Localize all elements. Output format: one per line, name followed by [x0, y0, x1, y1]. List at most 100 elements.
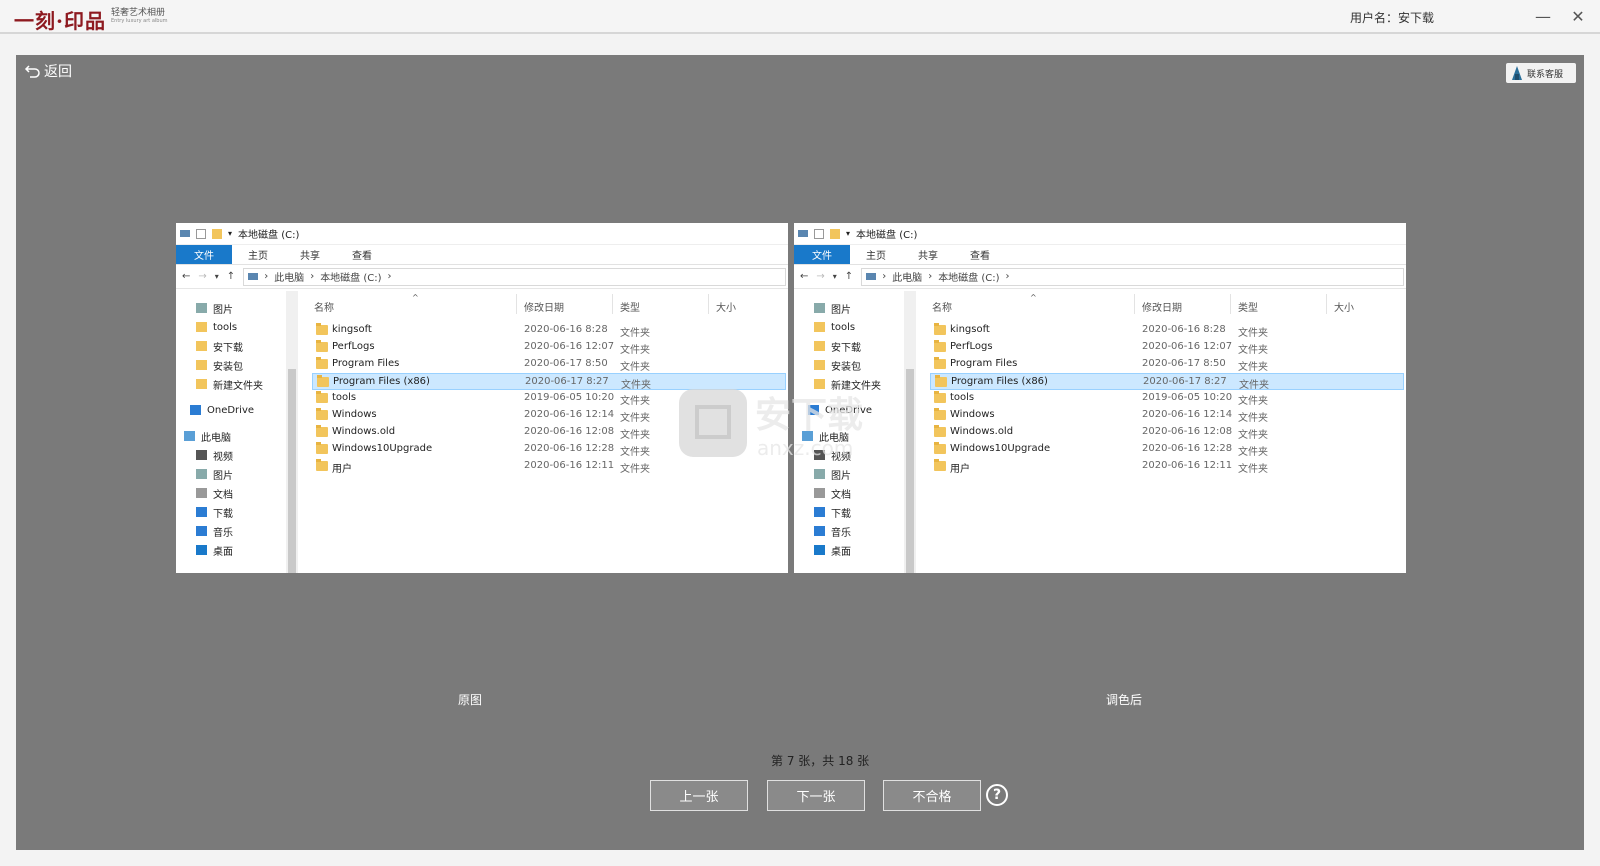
column-divider[interactable] [708, 294, 709, 314]
nav-scrollbar-thumb[interactable] [288, 369, 296, 573]
nav-item[interactable]: 安下载 [814, 337, 861, 355]
file-row[interactable]: Windows.old 2020-06-16 12:08 文件夹 [312, 424, 786, 441]
nav-item[interactable]: 下载 [814, 503, 851, 521]
file-row[interactable]: tools 2019-06-05 10:20 文件夹 [930, 390, 1404, 407]
column-header[interactable]: 修改日期 [524, 299, 564, 314]
contact-service-button[interactable]: 联系客服 [1506, 63, 1576, 83]
nav-item[interactable]: 安下载 [196, 337, 243, 355]
nav-item[interactable]: 图片 [814, 299, 851, 317]
column-header[interactable]: 修改日期 [1142, 299, 1182, 314]
up-arrow-icon[interactable]: ↑ [845, 271, 853, 282]
file-row[interactable]: Windows 2020-06-16 12:14 文件夹 [312, 407, 786, 424]
ribbon-tab[interactable]: 共享 [284, 245, 336, 264]
file-row[interactable]: PerfLogs 2020-06-16 12:07 文件夹 [312, 339, 786, 356]
file-name: kingsoft [332, 324, 372, 335]
file-row[interactable]: Program Files (x86) 2020-06-17 8:27 文件夹 [930, 373, 1404, 391]
breadcrumb-item[interactable]: 此电脑 [274, 269, 304, 284]
nav-item[interactable]: 文档 [814, 484, 851, 502]
column-divider[interactable] [1230, 294, 1231, 314]
up-arrow-icon[interactable]: ↑ [227, 271, 235, 282]
address-box[interactable]: › 此电脑 › 本地磁盘 (C:) › [861, 267, 1404, 286]
nav-item[interactable]: 新建文件夹 [814, 375, 881, 393]
column-header[interactable]: 类型 [620, 299, 640, 314]
nav-item[interactable]: 图片 [196, 299, 233, 317]
column-divider[interactable] [1326, 294, 1327, 314]
nav-item[interactable]: 图片 [196, 465, 233, 483]
address-box[interactable]: › 此电脑 › 本地磁盘 (C:) › [243, 267, 786, 286]
nav-item[interactable]: OneDrive [190, 401, 254, 419]
nav-item[interactable]: 新建文件夹 [196, 375, 263, 393]
file-row[interactable]: Program Files (x86) 2020-06-17 8:27 文件夹 [312, 373, 786, 391]
nav-item[interactable]: 音乐 [196, 522, 233, 540]
file-row[interactable]: Program Files 2020-06-17 8:50 文件夹 [312, 356, 786, 373]
ribbon-tab[interactable]: 文件 [176, 245, 232, 264]
column-divider[interactable] [1134, 294, 1135, 314]
ribbon-tab[interactable]: 查看 [954, 245, 1006, 264]
nav-scrollbar[interactable] [286, 291, 298, 573]
breadcrumb-item[interactable]: 本地磁盘 (C:) [938, 269, 999, 284]
nav-item[interactable]: 桌面 [814, 541, 851, 559]
nav-item[interactable]: 此电脑 [802, 427, 849, 445]
reject-button[interactable]: 不合格 [883, 780, 981, 811]
prev-button[interactable]: 上一张 [650, 780, 748, 811]
back-arrow-icon[interactable]: ← [800, 271, 808, 282]
column-divider[interactable] [612, 294, 613, 314]
recent-dropdown-icon[interactable]: ▾ [215, 272, 219, 281]
file-row[interactable]: Windows10Upgrade 2020-06-16 12:28 文件夹 [312, 441, 786, 458]
forward-arrow-icon[interactable]: → [816, 271, 824, 282]
column-header[interactable]: 类型 [1238, 299, 1258, 314]
drive-icon [798, 230, 808, 237]
recent-dropdown-icon[interactable]: ▾ [833, 272, 837, 281]
help-icon[interactable]: ? [986, 784, 1008, 806]
back-button[interactable]: 返回 [24, 61, 72, 81]
file-row[interactable]: tools 2019-06-05 10:20 文件夹 [312, 390, 786, 407]
file-row[interactable]: PerfLogs 2020-06-16 12:07 文件夹 [930, 339, 1404, 356]
column-header[interactable]: 大小 [716, 299, 736, 314]
new-folder-icon[interactable] [830, 228, 840, 239]
nav-item[interactable]: tools [196, 318, 237, 336]
nav-item[interactable]: 音乐 [814, 522, 851, 540]
nav-item[interactable]: 视频 [814, 446, 851, 464]
nav-scrollbar[interactable] [904, 291, 916, 573]
file-row[interactable]: Windows.old 2020-06-16 12:08 文件夹 [930, 424, 1404, 441]
ribbon-tab[interactable]: 主页 [850, 245, 902, 264]
properties-icon[interactable] [814, 228, 824, 239]
file-row[interactable]: Windows 2020-06-16 12:14 文件夹 [930, 407, 1404, 424]
quick-access-dropdown-icon[interactable]: ▾ [228, 229, 232, 238]
ribbon-tab[interactable]: 文件 [794, 245, 850, 264]
breadcrumb-item[interactable]: 本地磁盘 (C:) [320, 269, 381, 284]
breadcrumb-item[interactable]: 此电脑 [892, 269, 922, 284]
new-folder-icon[interactable] [212, 228, 222, 239]
nav-item[interactable]: tools [814, 318, 855, 336]
forward-arrow-icon[interactable]: → [198, 271, 206, 282]
next-button[interactable]: 下一张 [767, 780, 865, 811]
nav-item[interactable]: 下载 [196, 503, 233, 521]
column-divider[interactable] [516, 294, 517, 314]
nav-item[interactable]: 安装包 [814, 356, 861, 374]
file-row[interactable]: Program Files 2020-06-17 8:50 文件夹 [930, 356, 1404, 373]
ribbon-tab[interactable]: 共享 [902, 245, 954, 264]
nav-item[interactable]: 视频 [196, 446, 233, 464]
nav-item[interactable]: OneDrive [808, 401, 872, 419]
file-row[interactable]: 用户 2020-06-16 12:11 文件夹 [930, 458, 1404, 475]
file-row[interactable]: kingsoft 2020-06-16 8:28 文件夹 [312, 322, 786, 339]
nav-item[interactable]: 图片 [814, 465, 851, 483]
nav-item[interactable]: 安装包 [196, 356, 243, 374]
column-header[interactable]: 名称 [932, 299, 952, 314]
quick-access-dropdown-icon[interactable]: ▾ [846, 229, 850, 238]
column-header[interactable]: 名称 [314, 299, 334, 314]
nav-scrollbar-thumb[interactable] [906, 369, 914, 573]
minimize-button[interactable]: — [1532, 6, 1554, 28]
ribbon-tab[interactable]: 主页 [232, 245, 284, 264]
column-header[interactable]: 大小 [1334, 299, 1354, 314]
close-button[interactable]: ✕ [1567, 6, 1589, 28]
properties-icon[interactable] [196, 228, 206, 239]
file-row[interactable]: kingsoft 2020-06-16 8:28 文件夹 [930, 322, 1404, 339]
back-arrow-icon[interactable]: ← [182, 271, 190, 282]
nav-item[interactable]: 桌面 [196, 541, 233, 559]
file-row[interactable]: 用户 2020-06-16 12:11 文件夹 [312, 458, 786, 475]
nav-item[interactable]: 文档 [196, 484, 233, 502]
ribbon-tab[interactable]: 查看 [336, 245, 388, 264]
file-row[interactable]: Windows10Upgrade 2020-06-16 12:28 文件夹 [930, 441, 1404, 458]
nav-item[interactable]: 此电脑 [184, 427, 231, 445]
